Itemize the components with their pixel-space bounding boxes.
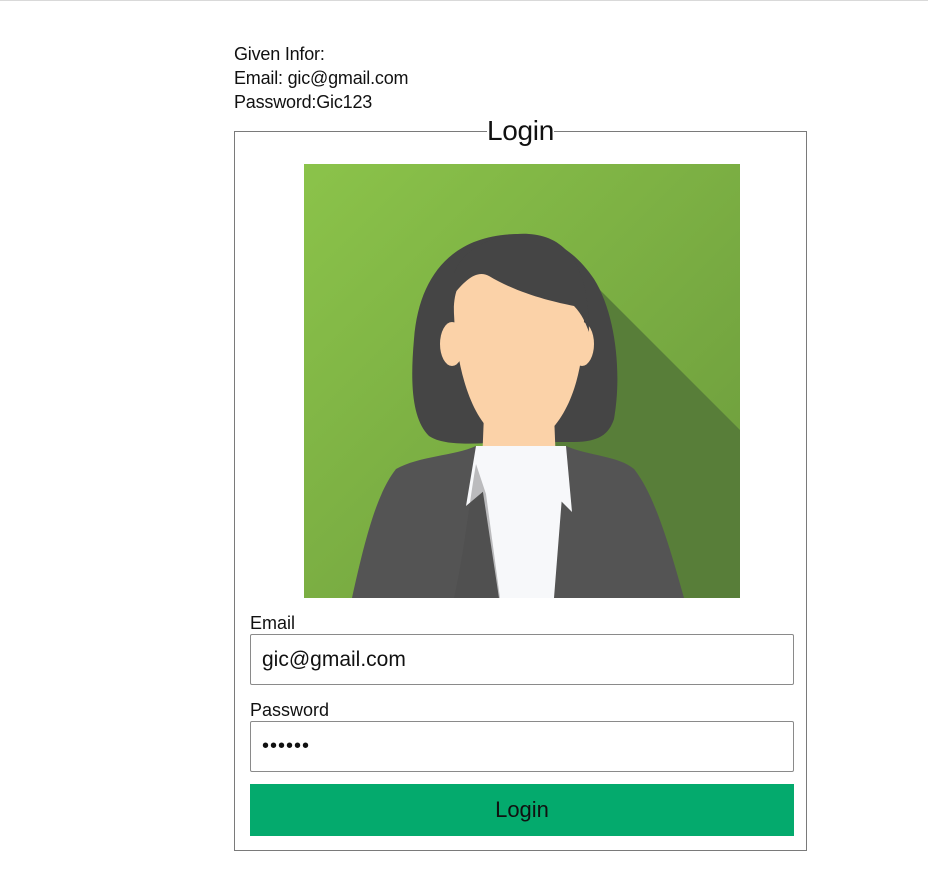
email-label: Email xyxy=(250,613,296,633)
given-info: Given Infor: Email: gic@gmail.com Passwo… xyxy=(234,42,409,114)
password-label: Password xyxy=(250,700,330,720)
given-info-email: Email: gic@gmail.com xyxy=(234,68,409,88)
password-field[interactable] xyxy=(250,721,794,772)
login-legend: Login xyxy=(486,115,554,146)
login-button[interactable]: Login xyxy=(250,784,794,836)
email-field[interactable] xyxy=(250,634,794,685)
given-info-password: Password:Gic123 xyxy=(234,92,373,112)
given-info-heading: Given Infor: xyxy=(234,44,325,64)
page-top-border xyxy=(0,0,928,1)
businesswoman-avatar-icon xyxy=(304,164,740,598)
